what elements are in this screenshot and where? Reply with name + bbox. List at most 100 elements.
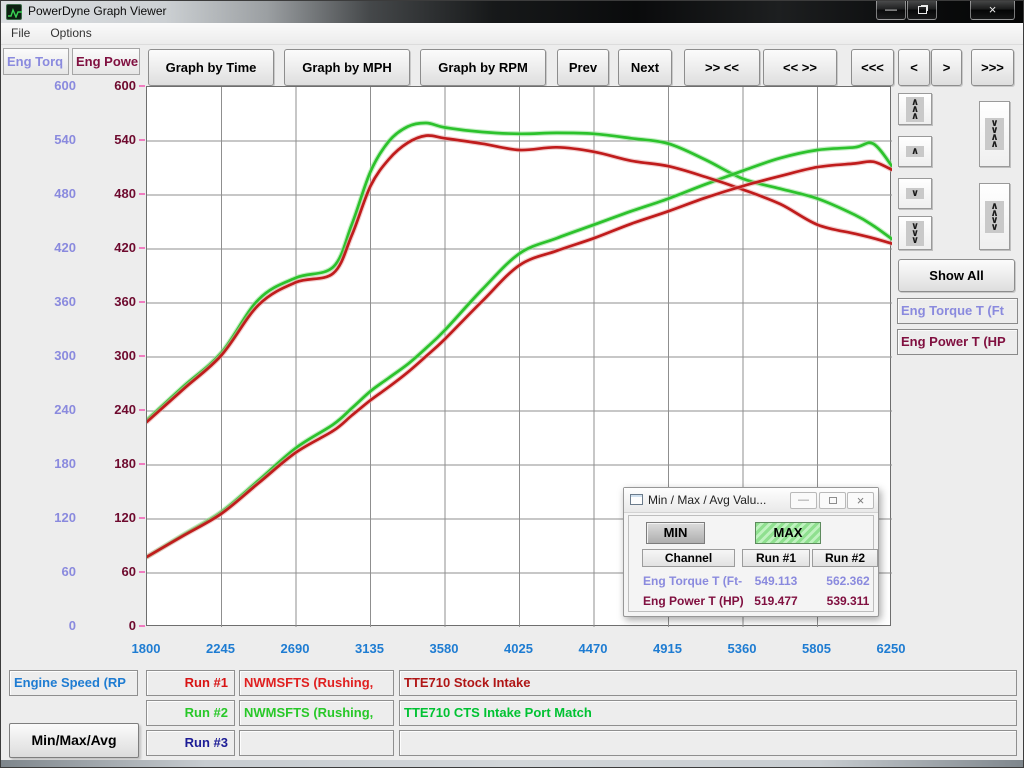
axis-tick-mark <box>139 139 145 141</box>
scroll-bottom-button[interactable]: ∨∨∨ <box>898 216 932 250</box>
min-toggle-button[interactable]: MIN <box>646 522 705 544</box>
axis-tick-mark <box>139 625 145 627</box>
close-icon: × <box>857 493 865 508</box>
x-tick-label: 3135 <box>335 641 405 656</box>
y-tick-power: 360 <box>61 294 136 309</box>
toolbar-button-[interactable]: <<< <box>851 49 894 86</box>
minmax-window[interactable]: Min / Max / Avg Valu... — × MIN MAX Chan… <box>623 487 879 617</box>
toolbar-button-prev[interactable]: Prev <box>557 49 609 86</box>
run-label-3[interactable]: Run #3 <box>146 730 235 756</box>
x-tick-label: 5360 <box>707 641 777 656</box>
maximize-button[interactable] <box>907 1 937 20</box>
toolbar-button-graph-by-rpm[interactable]: Graph by RPM <box>420 49 546 86</box>
minmax-run2-value: 539.311 <box>815 594 881 608</box>
y-tick-power: 480 <box>61 186 136 201</box>
collapse-range-icon: ∨∨∧∧ <box>985 118 1003 150</box>
window-title: PowerDyne Graph Viewer <box>28 4 167 18</box>
x-tick-label: 4470 <box>558 641 628 656</box>
run-file-2[interactable]: NWMSFTS (Rushing, <box>239 700 394 726</box>
minmaxavg-button[interactable]: Min/Max/Avg <box>9 723 139 758</box>
x-axis-channel-button[interactable]: Engine Speed (RP <box>9 670 138 696</box>
toolbar-button-next[interactable]: Next <box>618 49 672 86</box>
scroll-top-button[interactable]: ∧∧∧ <box>898 93 932 125</box>
minmax-header-run-1[interactable]: Run #1 <box>742 549 810 567</box>
x-tick-label: 3580 <box>409 641 479 656</box>
menu-item-options[interactable]: Options <box>40 23 101 40</box>
axis-tick-mark <box>139 355 145 357</box>
toolbar-button-[interactable]: > <box>931 49 962 86</box>
axis-tick-mark <box>139 409 145 411</box>
y-tick-power: 0 <box>61 618 136 633</box>
chevron-down-icon: ∨ <box>990 224 998 231</box>
expand-range-icon: ∧∧∨∨ <box>985 201 1003 233</box>
run-file-3[interactable] <box>239 730 394 756</box>
axis-tab-torque[interactable]: Eng Torq <box>3 48 69 75</box>
axis-tab-power[interactable]: Eng Powe <box>72 48 140 75</box>
minmax-restore-button[interactable] <box>819 492 846 509</box>
chevron-up-icon: ∧ <box>911 113 919 120</box>
scroll-up-button[interactable]: ∧ <box>898 136 932 167</box>
minmax-run2-value: 562.362 <box>815 574 881 588</box>
restore-icon <box>918 6 927 14</box>
y-tick-power: 540 <box>61 132 136 147</box>
run-file-1[interactable]: NWMSFTS (Rushing, <box>239 670 394 696</box>
y-tick-power: 60 <box>61 564 136 579</box>
scroll-up-icon: ∧ <box>906 146 924 157</box>
axis-tick-mark <box>139 193 145 195</box>
scroll-down-button[interactable]: ∨ <box>898 178 932 209</box>
minmax-header-run-2[interactable]: Run #2 <box>812 549 878 567</box>
run-desc-2[interactable]: TTE710 CTS Intake Port Match <box>399 700 1017 726</box>
x-tick-label: 2690 <box>260 641 330 656</box>
minmax-body: MIN MAX ChannelRun #1Run #2Eng Torque T … <box>628 515 874 612</box>
minmax-channel-name: Eng Power T (HP) <box>643 594 744 608</box>
x-tick-label: 5805 <box>782 641 852 656</box>
title-bar[interactable]: PowerDyne Graph Viewer — × <box>1 1 1024 23</box>
toolbar-button-[interactable]: >>> <box>971 49 1014 86</box>
show-all-button[interactable]: Show All <box>898 259 1015 292</box>
powerdyne-window: PowerDyne Graph Viewer — × FileOptions E… <box>0 0 1024 768</box>
restore-icon <box>829 497 837 504</box>
form-icon <box>630 494 643 505</box>
collapse-range-button[interactable]: ∨∨∧∧ <box>979 101 1010 167</box>
app-icon <box>6 4 22 20</box>
channel-label-power[interactable]: Eng Power T (HP <box>897 329 1018 355</box>
minmax-title-bar[interactable]: Min / Max / Avg Valu... — × <box>624 488 878 513</box>
expand-range-button[interactable]: ∧∧∨∨ <box>979 183 1010 250</box>
run-label-2[interactable]: Run #2 <box>146 700 235 726</box>
chevron-up-icon: ∧ <box>990 141 998 148</box>
y-tick-power: 420 <box>61 240 136 255</box>
toolbar-button-graph-by-time[interactable]: Graph by Time <box>148 49 274 86</box>
y-tick-power: 600 <box>61 78 136 93</box>
menu-bar: FileOptions <box>1 23 1024 45</box>
y-tick-power: 300 <box>61 348 136 363</box>
toolbar-button-graph-by-mph[interactable]: Graph by MPH <box>284 49 410 86</box>
axis-tick-mark <box>139 571 145 573</box>
run-desc-3[interactable] <box>399 730 1017 756</box>
minmax-close-button[interactable]: × <box>847 492 874 509</box>
axis-tick-mark <box>139 85 145 87</box>
x-tick-label: 4025 <box>484 641 554 656</box>
toolbar-button-[interactable]: << >> <box>763 49 837 86</box>
window-bottom-border <box>1 760 1024 767</box>
axis-tick-mark <box>139 517 145 519</box>
x-tick-label: 1800 <box>111 641 181 656</box>
run-desc-1[interactable]: TTE710 Stock Intake <box>399 670 1017 696</box>
close-button[interactable]: × <box>970 1 1015 20</box>
minimize-button[interactable]: — <box>876 1 906 20</box>
toolbar-button-[interactable]: >> << <box>684 49 760 86</box>
x-tick-label: 6250 <box>856 641 926 656</box>
close-icon: × <box>989 2 997 17</box>
scroll-bottom-icon: ∨∨∨ <box>906 221 924 246</box>
run-label-1[interactable]: Run #1 <box>146 670 235 696</box>
chevron-down-icon: ∨ <box>911 237 919 244</box>
toolbar-button-[interactable]: < <box>898 49 930 86</box>
x-tick-label: 2245 <box>186 641 256 656</box>
menu-item-file[interactable]: File <box>1 23 40 40</box>
minmax-window-title: Min / Max / Avg Valu... <box>648 493 766 507</box>
chevron-up-icon: ∧ <box>911 148 919 155</box>
y-tick-power: 180 <box>61 456 136 471</box>
max-toggle-button[interactable]: MAX <box>755 522 821 544</box>
minmax-minimize-button[interactable]: — <box>790 492 817 509</box>
channel-label-torque[interactable]: Eng Torque T (Ft <box>897 298 1018 324</box>
minmax-header-channel[interactable]: Channel <box>642 549 735 567</box>
